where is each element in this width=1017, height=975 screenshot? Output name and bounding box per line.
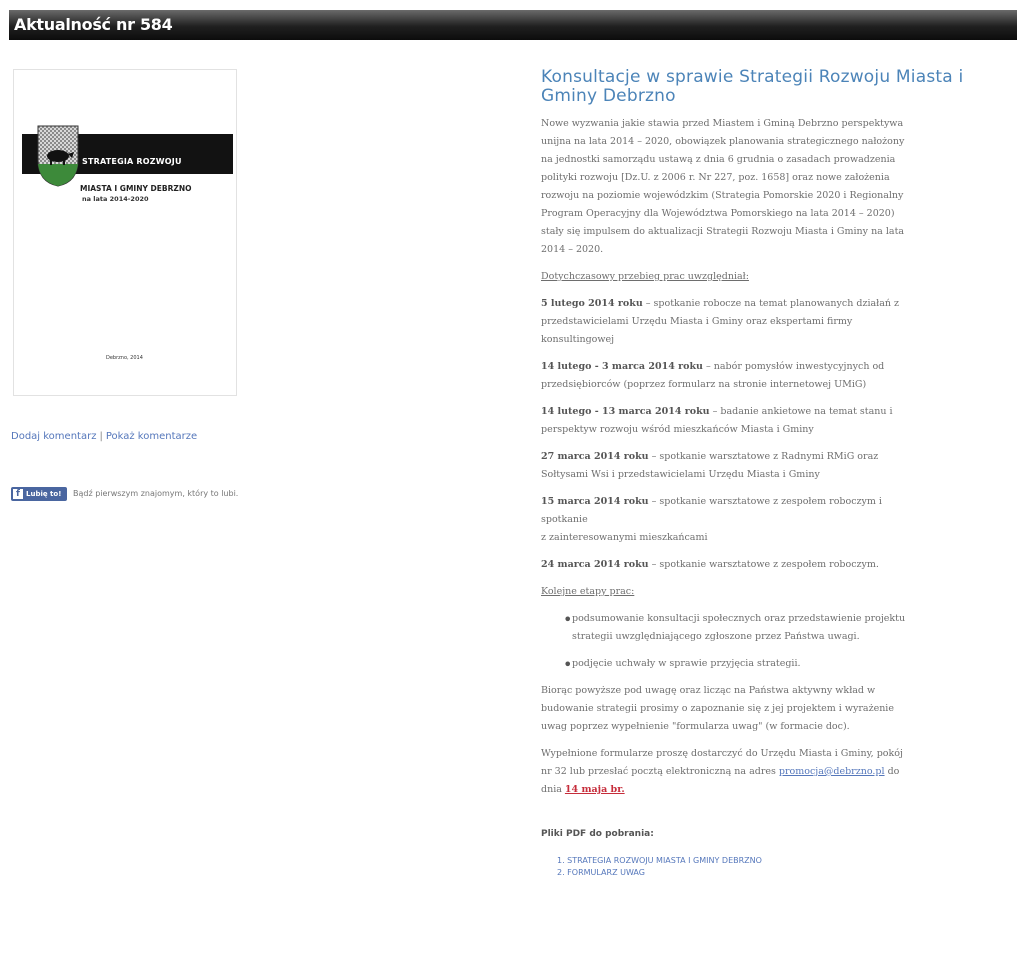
list-item-text: strategii uwzględniającego zgłoszone prz… (572, 631, 860, 642)
intro-line: stały się impulsem do aktualizacji Strat… (541, 226, 905, 237)
event-item: 5 lutego 2014 roku – spotkanie robocze n… (541, 295, 1017, 349)
article-title: Konsultacje w sprawie Strategii Rozwoju … (541, 68, 1017, 106)
event-date: 14 lutego - 13 marca 2014 roku (541, 406, 710, 417)
event-item: 24 marca 2014 roku – spotkanie warsztato… (541, 556, 1017, 574)
coat-of-arms-icon (37, 125, 79, 187)
facebook-like-button[interactable]: f Lubię to! (11, 487, 67, 501)
like-button-label: Lubię to! (26, 490, 62, 498)
closing-line: uwag poprzez wypełnienie "formularza uwa… (541, 721, 850, 732)
event-text: przedsiębiorców (poprzez formularz na st… (541, 379, 867, 390)
deadline-prefix: dnia (541, 784, 565, 795)
closing-line: budowanie strategii prosimy o zapoznanie… (541, 703, 894, 714)
cover-subtitle: MIASTA I GMINY DEBRZNO (80, 184, 192, 193)
event-text: – spotkanie warsztatowe z zespołem roboc… (648, 496, 882, 507)
article: Konsultacje w sprawie Strategii Rozwoju … (541, 68, 1017, 973)
email-link[interactable]: promocja@debrzno.pl (779, 766, 885, 777)
intro-line: 2014 – 2020. (541, 244, 604, 255)
intro-line: rozwoju na poziomie wojewódzkim (Strateg… (541, 190, 904, 201)
event-text: perspektyw rozwoju wśród mieszkańców Mia… (541, 424, 814, 435)
event-date: 5 lutego 2014 roku (541, 298, 643, 309)
event-item: 27 marca 2014 roku – spotkanie warsztato… (541, 448, 1017, 484)
closing-line: Biorąc powyższe pod uwagę oraz licząc na… (541, 685, 876, 696)
submit-line: nr 32 lub przesłać pocztą elektroniczną … (541, 766, 779, 777)
intro-line: Nowe wyzwania jakie stawia przed Miastem… (541, 118, 904, 129)
pdf-link-form[interactable]: 2. FORMULARZ UWAG (557, 868, 645, 877)
event-text: – nabór pomysłów inwestycyjnych od (702, 361, 885, 372)
article-intro: Nowe wyzwania jakie stawia przed Miastem… (541, 115, 1017, 259)
cover-footer: Debrzno, 2014 (106, 355, 143, 361)
like-social-text: Bądź pierwszym znajomym, który to lubi. (73, 489, 239, 498)
news-header-bar: Aktualność nr 584 (9, 10, 1017, 40)
event-item: 15 marca 2014 roku – spotkanie warsztato… (541, 493, 1017, 547)
submit-line: Wypełnione formularze proszę dostarczyć … (541, 748, 903, 759)
link-separator: | (99, 431, 103, 442)
event-date: 27 marca 2014 roku (541, 451, 649, 462)
list-item-text: podsumowanie konsultacji społecznych ora… (572, 613, 906, 624)
article-title-line: Gminy Debrzno (541, 86, 676, 106)
pdf-downloads-heading: Pliki PDF do pobrania: (541, 829, 654, 839)
event-text: przedstawicielami Urzędu Miasta i Gminy … (541, 316, 853, 327)
closing-paragraph: Biorąc powyższe pod uwagę oraz licząc na… (541, 682, 1017, 736)
pdf-downloads-list: 1. STRATEGIA ROZWOJU MIASTA I GMINY DEBR… (557, 855, 1017, 879)
add-comment-link[interactable]: Dodaj komentarz (11, 431, 96, 442)
event-text: – spotkanie warsztatowe z Radnymi RMiG o… (648, 451, 879, 462)
list-item: podjęcie uchwały w sprawie przyjęcia str… (541, 655, 1017, 674)
event-text: – spotkanie warsztatowe z zespołem roboc… (648, 559, 879, 570)
event-date: 14 lutego - 3 marca 2014 roku (541, 361, 703, 372)
event-date: 15 marca 2014 roku (541, 496, 649, 507)
comment-links: Dodaj komentarz | Pokaż komentarze (11, 431, 197, 442)
event-item: 14 lutego - 3 marca 2014 roku – nabór po… (541, 358, 1017, 394)
show-comments-link[interactable]: Pokaż komentarze (106, 431, 197, 442)
deadline-date: 14 maja br. (564, 784, 625, 795)
event-item: 14 lutego - 13 marca 2014 roku – badanie… (541, 403, 1017, 439)
facebook-icon: f (13, 489, 23, 499)
event-text: konsultingowej (541, 334, 615, 345)
event-text: spotkanie (541, 514, 588, 525)
cover-band-text: STRATEGIA ROZWOJU (82, 157, 182, 166)
submit-paragraph: Wypełnione formularze proszę dostarczyć … (541, 745, 1017, 799)
progress-heading: Dotychczasowy przebieg prac uwzględniał: (541, 271, 749, 282)
next-steps-heading: Kolejne etapy prac: (541, 586, 635, 597)
event-text: z zainteresowanymi mieszkańcami (541, 532, 708, 543)
event-text: – badanie ankietowe na temat stanu i (709, 406, 893, 417)
event-text: Sołtysami Wsi i przedstawicielami Urzędu… (541, 469, 820, 480)
intro-line: polityki rozwoju [Dz.U. z 2006 r. Nr 227… (541, 172, 890, 183)
article-title-line: Konsultacje w sprawie Strategii Rozwoju … (541, 68, 964, 87)
cover-years: na lata 2014-2020 (82, 195, 149, 203)
event-text: – spotkanie robocze na temat planowanych… (642, 298, 900, 309)
next-steps-list: podsumowanie konsultacji społecznych ora… (541, 610, 1017, 674)
page-title: Aktualność nr 584 (14, 15, 173, 34)
event-date: 24 marca 2014 roku (541, 559, 649, 570)
list-item-text: podjęcie uchwały w sprawie przyjęcia str… (572, 658, 801, 669)
intro-line: na jednostki samorządu ustawą z dnia 6 g… (541, 154, 896, 165)
submit-line: do (884, 766, 900, 777)
pdf-link-strategy[interactable]: 1. STRATEGIA ROZWOJU MIASTA I GMINY DEBR… (557, 856, 762, 865)
intro-line: Program Operacyjny dla Województwa Pomor… (541, 208, 895, 219)
list-item: podsumowanie konsultacji społecznych ora… (541, 610, 1017, 646)
intro-line: unijna na lata 2014 – 2020, obowiązek pl… (541, 136, 905, 147)
strategy-cover-image[interactable]: STRATEGIA ROZWOJU MIASTA I GMINY DEBRZNO… (13, 69, 237, 396)
